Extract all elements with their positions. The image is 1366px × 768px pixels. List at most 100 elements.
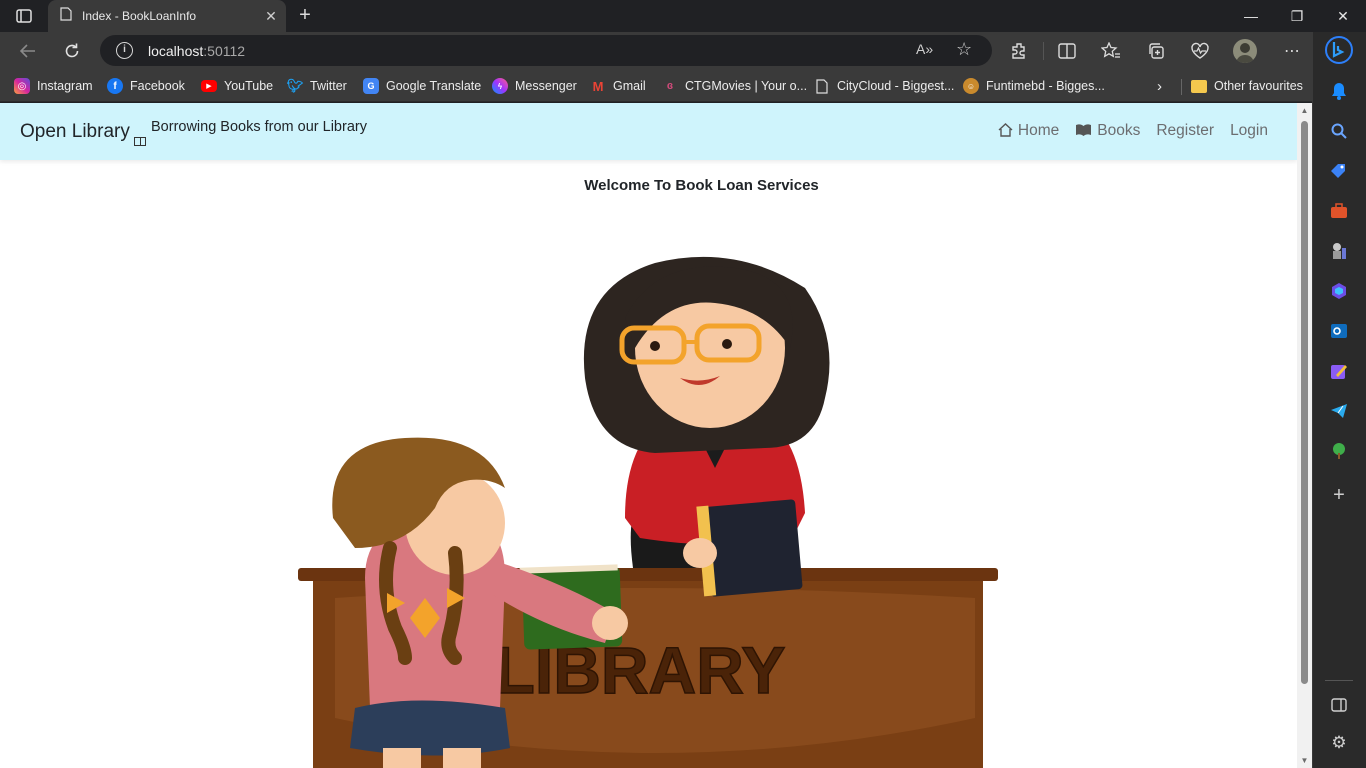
more-menu-icon[interactable]: ⋯	[1280, 40, 1304, 62]
bookmark-label: Other favourites	[1214, 79, 1303, 93]
bookmark-youtube[interactable]: ▶ YouTube	[201, 76, 273, 96]
favorites-bar: ◎ Instagram f Facebook ▶ YouTube 🐦︎ Twit…	[0, 70, 1312, 102]
nav-home[interactable]: Home	[998, 122, 1059, 140]
shopping-tag-icon[interactable]	[1328, 160, 1350, 182]
chevron-right-icon[interactable]: ›	[1157, 76, 1162, 96]
bookmark-funtimebd[interactable]: ☺ Funtimebd - Bigges...	[963, 76, 1105, 96]
edge-sidebar: + ⚙	[1312, 32, 1366, 768]
librarian-figure	[583, 256, 830, 597]
bookmark-label: Gmail	[613, 79, 646, 93]
site-brand[interactable]: Open Library	[20, 121, 130, 143]
open-book-icon	[134, 137, 146, 146]
tab-title: Index - BookLoanInfo	[82, 9, 197, 23]
bookmark-label: CTGMovies | Your o...	[685, 79, 808, 93]
messenger-icon: ϟ	[492, 78, 508, 94]
toolbar-divider	[1043, 42, 1044, 60]
url-host: localhost	[148, 43, 204, 59]
url-port: :50112	[203, 43, 246, 59]
notification-bell-icon[interactable]	[1328, 80, 1350, 102]
bookmark-label: Google Translate	[386, 79, 482, 93]
favorites-icon[interactable]	[1099, 40, 1123, 62]
bookmark-facebook[interactable]: f Facebook	[107, 76, 185, 96]
bing-chat-icon[interactable]	[1325, 36, 1353, 64]
browser-toolbar: i localhost:50112 A» ☆ ⋯	[0, 32, 1312, 70]
scroll-up-arrow-icon[interactable]: ▲	[1300, 106, 1309, 115]
url-text[interactable]: localhost:50112	[148, 43, 245, 59]
add-icon[interactable]: +	[1328, 484, 1350, 506]
scrollbar-thumb[interactable]	[1301, 121, 1308, 684]
tab-actions-icon[interactable]	[12, 6, 36, 26]
profile-avatar[interactable]	[1233, 39, 1257, 63]
page-scrollbar[interactable]: ▲ ▼	[1297, 103, 1312, 768]
bookmark-citycloud[interactable]: CityCloud - Biggest...	[814, 76, 954, 96]
welcome-heading: Welcome To Book Loan Services	[584, 177, 819, 194]
telegram-icon[interactable]	[1328, 400, 1350, 422]
nav-books-label: Books	[1097, 122, 1141, 139]
bookmark-ctgmovies[interactable]: ɞ CTGMovies | Your o...	[662, 76, 807, 96]
google-translate-icon: G	[363, 78, 379, 94]
page-icon	[814, 78, 830, 94]
bookmark-gmail[interactable]: M Gmail	[590, 76, 646, 96]
bookmark-divider	[1181, 79, 1182, 95]
browser-essentials-icon[interactable]	[1188, 40, 1212, 62]
settings-gear-icon[interactable]: ⚙	[1328, 732, 1350, 754]
gmail-icon: M	[592, 78, 604, 94]
address-bar[interactable]: i localhost:50112 A» ☆	[100, 35, 992, 66]
site-info-icon[interactable]: i	[116, 42, 133, 59]
scroll-down-arrow-icon[interactable]: ▼	[1300, 756, 1309, 765]
copilot-icon[interactable]	[1328, 280, 1350, 302]
outlook-icon[interactable]	[1328, 320, 1350, 342]
close-window-button[interactable]: ✕	[1320, 0, 1366, 32]
youtube-icon: ▶	[201, 80, 217, 92]
twitter-icon: 🐦︎	[286, 78, 304, 93]
bookmark-label: Instagram	[37, 79, 93, 93]
book-icon	[1075, 123, 1092, 140]
close-tab-icon[interactable]: ✕	[256, 8, 286, 25]
bookmark-other-favourites[interactable]: Other favourites	[1191, 76, 1303, 96]
nav-register[interactable]: Register	[1156, 122, 1214, 140]
page-viewport: Open Library Borrowing Books from our Li…	[0, 103, 1297, 768]
extensions-icon[interactable]	[1007, 40, 1031, 62]
nav-home-label: Home	[1017, 122, 1060, 139]
ctgmovies-icon: ɞ	[666, 80, 674, 92]
bookmark-label: CityCloud - Biggest...	[837, 79, 955, 93]
minimize-button[interactable]: —	[1228, 0, 1274, 32]
bookmark-instagram[interactable]: ◎ Instagram	[14, 76, 93, 96]
bookmark-messenger[interactable]: ϟ Messenger	[492, 76, 577, 96]
split-screen-icon[interactable]	[1055, 40, 1079, 62]
designer-icon[interactable]	[1328, 360, 1350, 382]
favorite-star-icon[interactable]: ☆	[956, 39, 972, 60]
nav-links: Home Books Register Login	[982, 122, 1268, 140]
tools-briefcase-icon[interactable]	[1328, 200, 1350, 222]
bookmark-label: Facebook	[130, 79, 185, 93]
library-illustration: LIBRARY	[298, 256, 998, 768]
sidebar-divider	[1325, 680, 1353, 681]
bookmark-label: YouTube	[224, 79, 274, 93]
page-icon	[60, 6, 72, 26]
facebook-icon: f	[107, 78, 123, 94]
games-icon[interactable]	[1328, 240, 1350, 262]
sidebar-toggle-icon[interactable]	[1328, 694, 1350, 716]
bookmark-google-translate[interactable]: G Google Translate	[363, 76, 481, 96]
browser-tab-active[interactable]: Index - BookLoanInfo ✕	[48, 0, 286, 32]
collections-icon[interactable]	[1144, 40, 1168, 62]
maximize-button[interactable]: ❐	[1274, 0, 1320, 32]
new-tab-button[interactable]: +	[294, 4, 316, 28]
home-icon	[998, 122, 1013, 140]
site-tagline: Borrowing Books from our Library	[151, 119, 367, 135]
refresh-icon[interactable]	[60, 40, 84, 62]
search-icon[interactable]	[1328, 120, 1350, 142]
nav-login[interactable]: Login	[1230, 122, 1268, 140]
folder-icon	[1191, 79, 1207, 93]
tree-icon[interactable]	[1328, 440, 1350, 462]
bookmark-label: Twitter	[310, 79, 347, 93]
nav-books[interactable]: Books	[1075, 122, 1140, 140]
bookmark-twitter[interactable]: 🐦︎ Twitter	[287, 76, 347, 96]
back-arrow-icon[interactable]	[16, 40, 40, 62]
funtimebd-icon: ☺	[963, 78, 979, 94]
read-aloud-icon[interactable]: A»	[916, 41, 933, 57]
browser-tab-bar: Index - BookLoanInfo ✕ + — ❐ ✕	[0, 0, 1366, 32]
site-navbar: Open Library Borrowing Books from our Li…	[0, 103, 1297, 160]
instagram-icon: ◎	[14, 78, 30, 94]
bookmark-label: Funtimebd - Bigges...	[986, 79, 1105, 93]
